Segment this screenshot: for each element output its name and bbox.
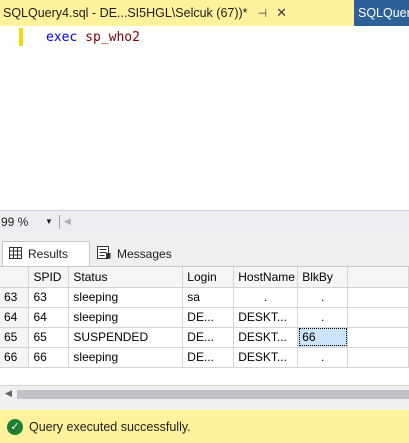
tab-title: SQLQuery2 xyxy=(358,6,409,20)
row-number[interactable]: 65 xyxy=(0,327,30,348)
query-status-bar: ✓ Query executed successfully. xyxy=(0,410,409,443)
cell-spid[interactable]: 63 xyxy=(28,287,70,308)
cell-next[interactable] xyxy=(347,307,409,328)
cell-status[interactable]: SUSPENDED xyxy=(68,327,184,348)
scroll-left-arrow-icon[interactable]: ◀ xyxy=(5,388,12,399)
cell-hostname[interactable]: DESKT... xyxy=(233,307,299,328)
procedure-name: sp_who2 xyxy=(85,30,140,45)
results-grid[interactable]: SPID Status Login HostName BlkBy 63 63 s… xyxy=(0,266,409,385)
cell-spid[interactable]: 64 xyxy=(28,307,70,328)
code-line-1[interactable]: exec sp_who2 xyxy=(46,30,140,46)
column-header-next[interactable] xyxy=(347,267,409,288)
column-header-status[interactable]: Status xyxy=(68,267,184,288)
table-row[interactable]: 65 65 SUSPENDED DE... DESKT... 66 xyxy=(0,327,409,348)
column-header-blkby[interactable]: BlkBy xyxy=(297,267,349,288)
horizontal-scrollbar[interactable]: ◀ xyxy=(0,385,409,402)
tab-messages-label: Messages xyxy=(117,246,172,261)
keyword-exec: exec xyxy=(46,30,78,45)
table-row[interactable]: 63 63 sleeping sa . . xyxy=(0,287,409,308)
unsaved-change-marker xyxy=(19,28,23,46)
column-header-spid[interactable]: SPID xyxy=(28,267,70,288)
cell-status[interactable]: sleeping xyxy=(68,347,184,368)
check-circle-icon: ✓ xyxy=(7,418,23,435)
table-row[interactable]: 66 66 sleeping DE... DESKT... . xyxy=(0,347,409,368)
zoom-value: 99 % xyxy=(1,214,29,229)
scroll-left-icon[interactable]: ◀ xyxy=(64,216,71,227)
row-number[interactable]: 64 xyxy=(0,307,30,328)
cell-login[interactable]: DE... xyxy=(182,347,235,368)
cell-blkby[interactable]: . xyxy=(297,347,349,368)
column-header-hostname[interactable]: HostName xyxy=(233,267,299,288)
chevron-down-icon: ▼ xyxy=(45,217,53,226)
scrollbar-thumb[interactable] xyxy=(17,390,409,399)
grid-icon xyxy=(9,246,22,262)
cell-hostname[interactable]: . xyxy=(233,287,299,308)
cell-blkby[interactable]: . xyxy=(297,287,349,308)
cell-spid[interactable]: 66 xyxy=(28,347,70,368)
result-pane-tabs: Results Messages xyxy=(0,232,409,266)
cell-blkby-selected[interactable]: 66 xyxy=(297,327,349,348)
query-editor[interactable]: exec sp_who2 xyxy=(0,26,409,210)
cell-status[interactable]: sleeping xyxy=(68,287,184,308)
divider xyxy=(58,214,60,229)
cell-login[interactable]: DE... xyxy=(182,307,235,328)
cell-spid[interactable]: 65 xyxy=(28,327,70,348)
document-tab-strip: SQLQuery4.sql - DE...SI5HGL\Selcuk (67))… xyxy=(0,0,409,26)
close-icon[interactable]: ✕ xyxy=(276,5,287,21)
row-number[interactable]: 66 xyxy=(0,347,30,368)
results-table: SPID Status Login HostName BlkBy 63 63 s… xyxy=(0,267,409,368)
cell-hostname[interactable]: DESKT... xyxy=(233,347,299,368)
cell-next[interactable] xyxy=(347,347,409,368)
tab-title: SQLQuery4.sql - DE...SI5HGL\Selcuk (67))… xyxy=(3,6,248,20)
table-row[interactable]: 64 64 sleeping DE... DESKT... . xyxy=(0,307,409,328)
zoom-bar: 99 % ▼ ◀ xyxy=(0,210,409,232)
editor-gutter xyxy=(0,26,22,210)
column-header-login[interactable]: Login xyxy=(182,267,235,288)
cell-status[interactable]: sleeping xyxy=(68,307,184,328)
ssms-window: SQLQuery4.sql - DE...SI5HGL\Selcuk (67))… xyxy=(0,0,409,443)
column-header-rownum[interactable] xyxy=(0,267,30,288)
cell-blkby[interactable]: . xyxy=(297,307,349,328)
cell-next[interactable] xyxy=(347,327,409,348)
messages-icon xyxy=(97,245,111,262)
cell-hostname[interactable]: DESKT... xyxy=(233,327,299,348)
pin-icon[interactable]: ⊣ xyxy=(258,7,268,20)
cell-next[interactable] xyxy=(347,287,409,308)
row-number[interactable]: 63 xyxy=(0,287,30,308)
tab-messages[interactable]: Messages xyxy=(91,241,187,266)
cell-login[interactable]: sa xyxy=(182,287,235,308)
status-message: Query executed successfully. xyxy=(29,419,191,434)
tab-sqlquery2[interactable]: SQLQuery2 xyxy=(354,0,409,26)
header-row: SPID Status Login HostName BlkBy xyxy=(0,267,409,288)
spacer xyxy=(0,402,409,410)
tab-results[interactable]: Results xyxy=(2,241,90,266)
tab-sqlquery4[interactable]: SQLQuery4.sql - DE...SI5HGL\Selcuk (67))… xyxy=(0,0,354,26)
zoom-dropdown[interactable]: 99 % ▼ xyxy=(1,213,59,231)
cell-login[interactable]: DE... xyxy=(182,327,235,348)
tab-results-label: Results xyxy=(28,247,69,261)
